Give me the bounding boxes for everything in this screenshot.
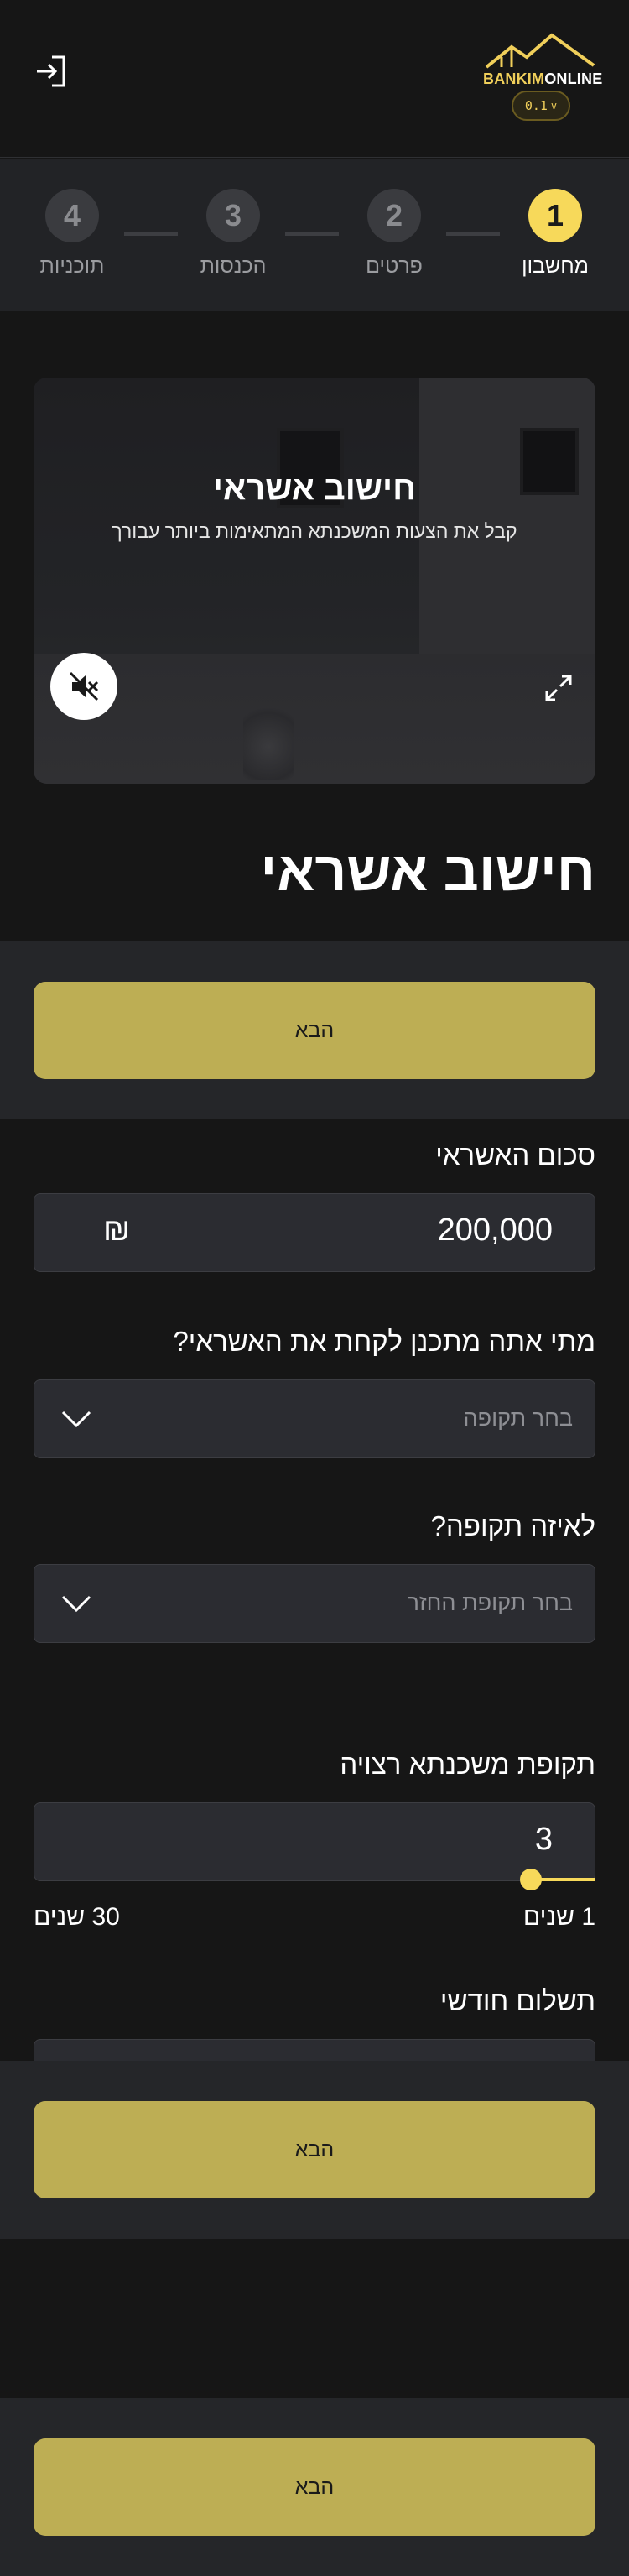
next-button[interactable]: הבא [34,2438,595,2536]
step-number: 4 [45,189,99,242]
logo-text: BANKIMONLINE [483,70,603,87]
slider-min-label: 1 שנים [522,1903,595,1931]
app-header: BANKIMONLINE 0.1 v [0,0,629,158]
mute-button[interactable] [50,653,117,720]
video-title: חישוב אשראי [212,470,417,507]
expand-icon[interactable] [542,671,575,705]
step-label: פרטים [366,254,423,278]
step-connector [446,232,500,236]
next-button[interactable]: הבא [34,2101,595,2198]
next-bar: הבא [0,2061,629,2239]
intro-video[interactable]: חישוב אשראי קבל את הצעות המשכנתא המתאימו… [34,378,595,784]
logo[interactable]: BANKIMONLINE 0.1 v [476,32,602,124]
page-title: חישוב אשראי [260,840,595,902]
which-period-select[interactable]: בחר תקופת החזר [34,1564,595,1643]
which-period-label: לאיזה תקופה? [430,1510,595,1541]
select-placeholder: בחר תקופת החזר [407,1590,573,1615]
step-details[interactable]: 2 פרטים [335,189,453,279]
next-bar: הבא [0,941,629,1119]
step-plans[interactable]: 4 תוכניות [13,189,131,279]
step-label: תוכניות [39,254,105,278]
slider-max-label: 30 שנים [34,1903,120,1931]
chevron-down-icon [61,1595,91,1613]
desired-period-label: תקופת משכנתא רצויה [340,1749,595,1780]
video-scene-floor [34,654,595,784]
step-income[interactable]: 3 הכנסות [174,189,292,279]
sticky-footer: הבא [0,2398,629,2576]
desired-period-input[interactable]: 3 [34,1802,595,1881]
step-connector [124,232,178,236]
speaker-muted-icon [69,671,99,701]
when-take-credit-label: מתי אתה מתכנן לקחת את האשראי? [173,1326,595,1357]
monthly-payment-label: תשלום חודשי [439,1985,595,2016]
step-number: 3 [206,189,260,242]
select-placeholder: בחר תקופה [463,1405,573,1431]
when-take-credit-select[interactable]: בחר תקופה [34,1379,595,1458]
step-connector [285,232,339,236]
step-number: 2 [367,189,421,242]
video-scene-plant [243,696,294,780]
desired-period-value: 3 [534,1822,553,1857]
step-calculator[interactable]: 1 מחשבון [496,189,614,279]
credit-amount-input[interactable]: 200,000 ₪ [34,1193,595,1272]
video-subtitle: קבל את הצעות המשכנתא המתאימות ביותר עבור… [112,520,517,542]
period-slider-thumb[interactable] [520,1869,542,1890]
progress-stepper: 1 מחשבון 2 פרטים 3 הכנסות 4 תוכניות [0,159,629,311]
currency-symbol: ₪ [103,1212,131,1248]
step-label: מחשבון [522,254,589,278]
step-label: הכנסות [200,254,267,278]
version-badge[interactable]: 0.1 v [512,91,570,121]
step-number: 1 [528,189,582,242]
credit-amount-value: 200,000 [437,1212,553,1248]
version-chevron-icon: v [550,100,558,112]
logo-roof-icon [485,33,595,69]
chevron-down-icon [61,1411,91,1428]
next-button[interactable]: הבא [34,982,595,1079]
credit-amount-label: סכום האשראי [435,1139,595,1171]
login-icon[interactable] [32,52,70,91]
